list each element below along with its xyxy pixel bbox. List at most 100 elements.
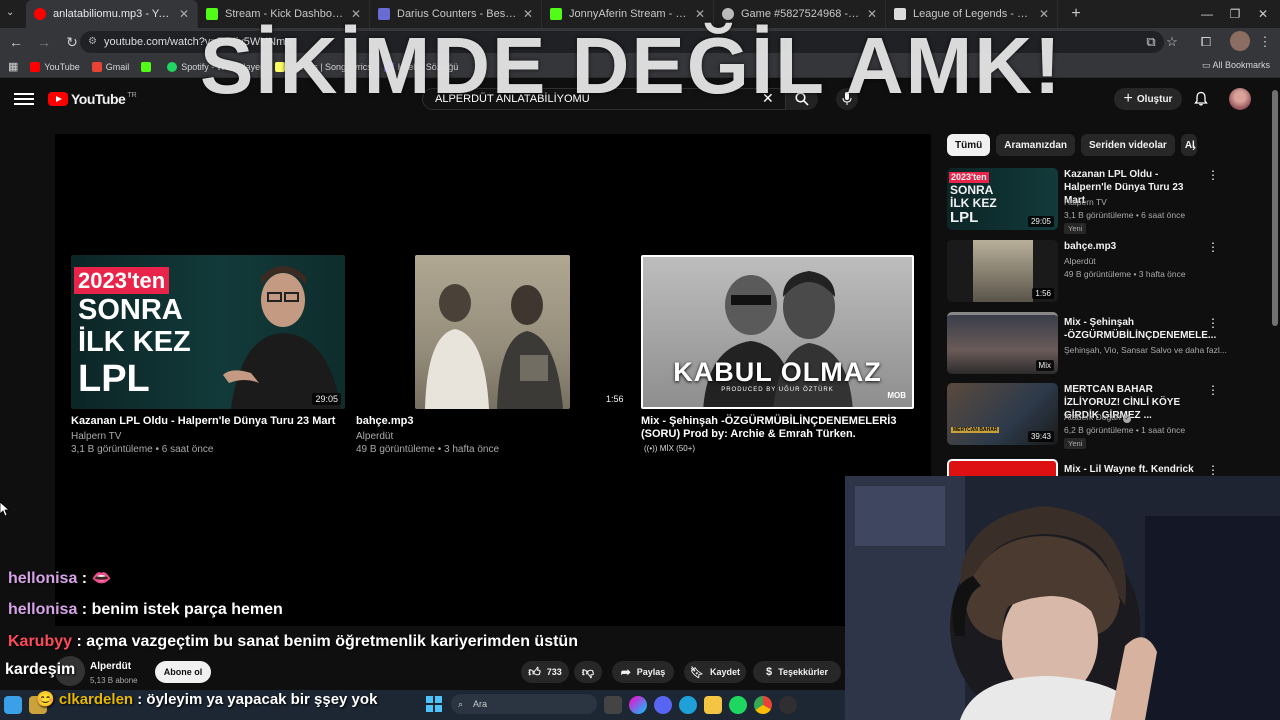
related-video-title[interactable]: Mix - Şehinşah -ÖZGÜRMÜBİLİNÇDENEMELE... (1064, 316, 1216, 342)
browser-tab[interactable]: anlatabiliomu.mp3 - YouTube ✕ (26, 0, 198, 28)
youtube-logo[interactable]: YouTube TR (48, 91, 137, 107)
tab-close-icon[interactable]: ✕ (695, 7, 705, 21)
back-icon[interactable]: ← (4, 30, 28, 54)
bookmark-icon: 🔖︎ (690, 666, 704, 679)
extensions-icon[interactable]: ⧠ (1195, 31, 1217, 53)
thanks-label: Teşekkürler (778, 667, 828, 677)
tab-close-icon[interactable]: ✕ (351, 7, 361, 21)
more-actions-icon[interactable]: ⋮ (1207, 240, 1219, 254)
endscreen-video-card[interactable]: 2023'ten SONRA İLK KEZ LPL 29:05 (71, 255, 345, 409)
task-view-icon[interactable] (604, 696, 622, 714)
forward-icon[interactable]: → (32, 30, 56, 54)
notifications-bell-icon[interactable] (1193, 91, 1209, 107)
hamburger-menu-icon[interactable] (14, 90, 34, 108)
tab-favicon-icon (550, 8, 562, 20)
discord-icon[interactable] (654, 696, 672, 714)
close-window-icon[interactable]: ✕ (1246, 0, 1280, 28)
related-video-meta: 6,2 B görüntüleme • 1 saat önce (1064, 425, 1186, 435)
related-filter-chips: Tümü Aramanızdan Seriden videolar Al (947, 134, 1203, 156)
related-mix-item[interactable]: Mix - Lil Wayne ft. Kendrick ⋮ (947, 459, 1267, 476)
thumbnail-text: LPL (78, 358, 150, 400)
thumbnail-text: 2023'ten (949, 172, 989, 183)
share-button[interactable]: ➦ Paylaş (612, 661, 674, 683)
chat-message: hellonisa : 👄 (8, 568, 112, 588)
new-tab-icon[interactable]: + (1064, 5, 1088, 23)
chat-message: 😊 clkardelen : öyleyim ya yapacak bir şş… (36, 690, 377, 708)
bookmark-item[interactable] (141, 61, 155, 72)
like-button[interactable]: 👍︎ 733 (521, 661, 569, 683)
chat-separator: : (77, 601, 92, 618)
tab-close-icon[interactable]: ✕ (1039, 7, 1049, 21)
bookmark-item[interactable]: YouTube (30, 61, 80, 72)
tab-close-icon[interactable]: ✕ (523, 7, 533, 21)
related-mix-item[interactable]: Mix Mix - Şehinşah -ÖZGÜRMÜBİLİNÇDENEMEL… (947, 312, 1267, 378)
webcam-feed (845, 476, 1280, 720)
chip-all[interactable]: Tümü (947, 134, 991, 156)
chat-badge-icon: 😊 (36, 691, 59, 708)
verified-icon: ✓ (1123, 415, 1132, 423)
related-video-item[interactable]: MERTCAN BAHAR 39:43 MERTCAN BAHAR İZLİYO… (947, 383, 1267, 449)
copilot-icon[interactable] (629, 696, 647, 714)
related-video-item[interactable]: 2023'ten SONRA İLK KEZ LPL 29:05 Kazanan… (947, 168, 1267, 234)
folder-icon: ▭ (1201, 60, 1213, 70)
more-actions-icon[interactable]: ⋮ (1207, 463, 1219, 476)
plus-icon: + (1123, 90, 1133, 107)
windows-start-icon[interactable] (426, 696, 442, 712)
install-app-icon[interactable]: ⧉ (1140, 31, 1162, 53)
tab-search-icon[interactable]: ⌄ (6, 7, 14, 18)
endscreen-video-title[interactable]: bahçe.mp3 (356, 415, 556, 428)
taskbar-app-icon[interactable] (4, 696, 22, 714)
chip-from-search[interactable]: Aramanızdan (996, 134, 1076, 156)
browser-menu-icon[interactable]: ⋮ (1254, 31, 1276, 53)
endscreen-mix-card[interactable]: KABUL OLMAZ PRODUCED BY UĞUR ÖZTÜRK MOB (641, 255, 914, 409)
more-actions-icon[interactable]: ⋮ (1207, 383, 1219, 397)
tab-title: Game #5827524968 - Mineswe (741, 8, 861, 20)
obs-icon[interactable] (779, 696, 797, 714)
related-video-item[interactable]: 1:56 bahçe.mp3 Alperdüt 49 B görüntüleme… (947, 240, 1267, 306)
bookmark-star-icon[interactable]: ☆ (1161, 31, 1183, 53)
chat-text: öyleyim ya yapacak bir şşey yok (146, 691, 378, 708)
new-badge: Yeni (1064, 223, 1087, 234)
tab-close-icon[interactable]: ✕ (179, 7, 189, 21)
file-explorer-icon[interactable] (704, 696, 722, 714)
all-bookmarks-button[interactable]: ▭ All Bookmarks (1202, 60, 1270, 71)
dislike-button[interactable]: 👎︎ (574, 661, 602, 683)
gmail-icon (91, 61, 102, 72)
chevron-right-icon[interactable]: › (1192, 140, 1196, 154)
related-video-thumbnail: 2023'ten SONRA İLK KEZ LPL 29:05 (947, 168, 1058, 230)
profile-icon[interactable] (1230, 31, 1250, 51)
related-channel-name[interactable]: Alperdüt (1064, 256, 1096, 266)
tab-favicon-icon (722, 8, 734, 20)
more-actions-icon[interactable]: ⋮ (1207, 168, 1219, 182)
subscribe-button[interactable]: Abone ol (155, 661, 211, 683)
spotify-icon[interactable] (729, 696, 747, 714)
related-channel-name[interactable]: Ataberk Doğan ✓ (1064, 412, 1132, 423)
bookmark-item[interactable]: Gmail (91, 61, 130, 72)
chrome-icon[interactable] (754, 696, 772, 714)
page-scrollbar[interactable] (1272, 90, 1278, 326)
tab-favicon-icon (206, 8, 218, 20)
related-video-meta: 3,1 B görüntüleme • 6 saat önce (1064, 210, 1186, 220)
related-video-title[interactable]: Mix - Lil Wayne ft. Kendrick (1064, 463, 1204, 476)
apps-grid-icon[interactable]: ▦ (8, 60, 18, 73)
more-actions-icon[interactable]: ⋮ (1207, 316, 1219, 330)
site-info-icon[interactable]: ⚙ (88, 31, 97, 53)
endscreen-video-card[interactable] (415, 255, 570, 409)
account-avatar[interactable] (1229, 88, 1251, 110)
thanks-button[interactable]: $ Teşekkürler (753, 661, 841, 683)
save-button[interactable]: 🔖︎ Kaydet (684, 661, 746, 683)
channel-name[interactable]: Alperdüt (90, 661, 131, 672)
taskbar-pinned-apps (604, 696, 797, 714)
edge-icon[interactable] (679, 696, 697, 714)
create-button[interactable]: + Oluştur (1114, 88, 1182, 110)
endscreen-mix-title[interactable]: Mix - Şehinşah -ÖZGÜRMÜBİLİNÇDENEMELERİ3… (641, 415, 914, 441)
endscreen-video-title[interactable]: Kazanan LPL Oldu - Halpern'le Dünya Turu… (71, 415, 345, 428)
bookmark-label: Gmail (105, 61, 130, 72)
related-channel-name[interactable]: Halpern TV (1064, 197, 1107, 207)
tab-close-icon[interactable]: ✕ (867, 7, 877, 21)
tab-title: anlatabiliomu.mp3 - YouTube (53, 8, 173, 20)
taskbar-search-input[interactable]: ⌕ Ara (451, 694, 597, 714)
thumbnail-person-image (223, 266, 341, 409)
related-video-title[interactable]: bahçe.mp3 (1064, 240, 1204, 253)
chip-from-series[interactable]: Seriden videolar (1081, 134, 1175, 156)
